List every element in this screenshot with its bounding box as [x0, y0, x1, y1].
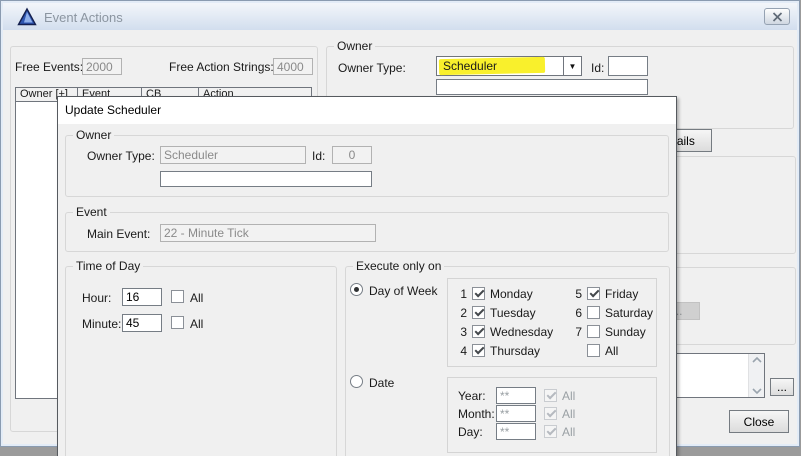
combo-dropdown-button[interactable]: ▼	[563, 57, 581, 75]
day-row: 7 Sunday	[575, 324, 646, 339]
month-field[interactable]: **	[496, 405, 536, 422]
id-field[interactable]	[608, 56, 648, 76]
main-event-label: Main Event:	[87, 227, 151, 241]
sunday-checkbox[interactable]	[587, 325, 600, 338]
free-action-strings-label: Free Action Strings:	[169, 60, 274, 74]
minute-label: Minute:	[82, 317, 122, 331]
year-row: Year: ** All	[458, 387, 576, 404]
owner-type-value: Scheduler	[443, 59, 498, 73]
day-row-date: Day: ** All	[458, 423, 576, 440]
day-row: 4 Thursday	[460, 343, 541, 358]
window-title: Event Actions	[44, 10, 123, 25]
dialog-id-field: 0	[332, 146, 372, 164]
minute-all-label: All	[190, 317, 204, 331]
dialog-titlebar[interactable]: Update Scheduler	[58, 97, 676, 124]
free-events-field: 2000	[82, 58, 122, 75]
dialog-id-label: Id:	[312, 149, 326, 163]
date-box: Year: ** All Month: ** All Day: ** All	[447, 377, 657, 453]
time-of-day-group-label: Time of Day	[73, 259, 144, 273]
month-row: Month: ** All	[458, 405, 576, 422]
wednesday-checkbox[interactable]	[472, 325, 485, 338]
dialog-owner-group-label: Owner	[73, 128, 115, 142]
browse-button[interactable]: ...	[770, 378, 794, 396]
minute-field[interactable]: 45	[122, 314, 162, 332]
friday-checkbox[interactable]	[587, 287, 600, 300]
dialog-owner-type-label: Owner Type:	[87, 149, 155, 163]
thursday-checkbox[interactable]	[472, 344, 485, 357]
day-of-week-label: Day of Week	[369, 284, 438, 298]
day-row: All	[572, 344, 653, 358]
monday-checkbox[interactable]	[472, 287, 485, 300]
year-all-checkbox	[544, 389, 557, 402]
dialog-owner-secondary-field[interactable]	[160, 171, 372, 187]
close-button[interactable]: Close	[729, 410, 789, 433]
app-triangle-icon	[17, 7, 37, 30]
dialog-owner-type-field: Scheduler	[160, 146, 306, 164]
saturday-checkbox[interactable]	[587, 306, 600, 319]
dialog-owner-group: Owner	[65, 128, 669, 197]
month-all-checkbox	[544, 407, 557, 420]
hour-label: Hour:	[82, 291, 112, 305]
day-row: 6 Saturday	[575, 305, 654, 320]
scroll-down-icon[interactable]	[751, 388, 762, 394]
hour-all-checkbox[interactable]	[171, 290, 184, 303]
dialog-title: Update Scheduler	[65, 103, 162, 117]
desktop: Event Actions Free Events: 2000 Free Act…	[0, 0, 801, 456]
dialog-event-group-label: Event	[73, 205, 110, 219]
owner-group-label: Owner	[334, 39, 376, 53]
titlebar[interactable]: Event Actions	[3, 3, 797, 30]
owner-type-combo[interactable]: Scheduler ▼	[436, 56, 582, 76]
execute-only-on-label: Execute only on	[353, 259, 445, 273]
day-all-checkbox	[544, 425, 557, 438]
day-of-week-box: 1 Monday 2 Tuesday 3 Wednesday 4 Thursda…	[447, 278, 657, 367]
owner-secondary-field[interactable]	[436, 79, 648, 95]
scroll-up-icon[interactable]	[751, 357, 762, 363]
hour-field[interactable]: 16	[122, 288, 162, 306]
dropdown-arrow-icon: ▼	[568, 61, 577, 71]
update-scheduler-dialog: Update Scheduler Owner Owner Type: Sched…	[57, 96, 677, 456]
scrollbar[interactable]	[748, 354, 764, 397]
year-field[interactable]: **	[496, 387, 536, 404]
date-radio[interactable]	[350, 375, 363, 388]
day-row: 3 Wednesday	[460, 324, 554, 339]
free-events-label: Free Events:	[15, 60, 84, 74]
day-row: 5 Friday	[575, 286, 639, 301]
day-row: 1 Monday	[460, 286, 533, 301]
all-days-checkbox[interactable]	[587, 344, 600, 357]
day-column-left: 1 Monday 2 Tuesday 3 Wednesday 4 Thursda…	[457, 286, 554, 358]
owner-type-label: Owner Type:	[338, 61, 406, 75]
minute-all-checkbox[interactable]	[171, 316, 184, 329]
day-of-week-radio[interactable]	[350, 283, 363, 296]
day-row: 2 Tuesday	[460, 305, 536, 320]
main-event-field: 22 - Minute Tick	[160, 224, 376, 242]
day-field[interactable]: **	[496, 423, 536, 440]
hour-all-label: All	[190, 291, 204, 305]
tuesday-checkbox[interactable]	[472, 306, 485, 319]
date-label: Date	[369, 376, 395, 390]
id-label: Id:	[591, 61, 605, 75]
day-column-right: 5 Friday 6 Saturday 7 Sunday All	[572, 286, 654, 358]
free-action-strings-field: 4000	[273, 58, 313, 75]
window-close-button[interactable]	[764, 8, 790, 25]
close-icon	[772, 11, 782, 22]
